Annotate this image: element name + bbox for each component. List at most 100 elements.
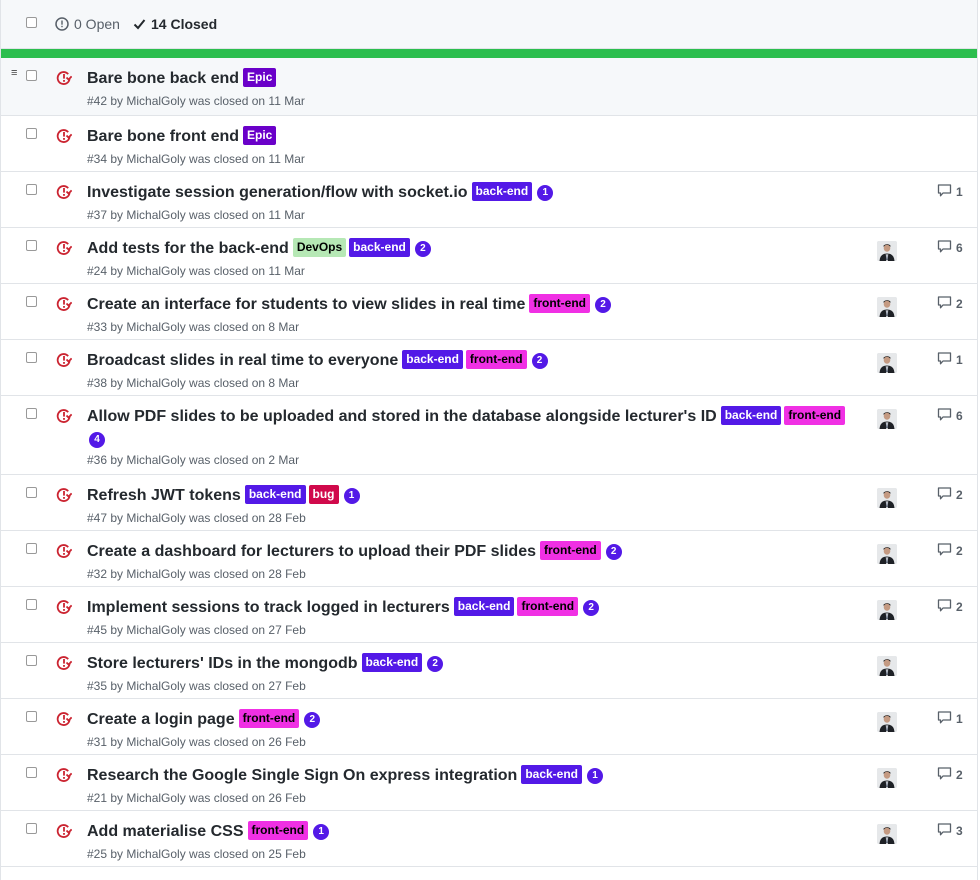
issue-checkbox[interactable] xyxy=(26,767,37,778)
issue-title-line: Add materialise CSS front-end 1 xyxy=(87,820,857,843)
assignee-avatar[interactable] xyxy=(877,656,897,676)
drag-handle-icon[interactable]: ≡ xyxy=(11,68,17,79)
comment-icon xyxy=(937,767,952,783)
comment-count: 2 xyxy=(956,600,963,614)
assignee-avatar[interactable] xyxy=(877,353,897,373)
assignee-avatar[interactable] xyxy=(877,409,897,429)
issue-title[interactable]: Investigate session generation/flow with… xyxy=(87,184,468,201)
issue-title[interactable]: Allow PDF slides to be uploaded and stor… xyxy=(87,408,717,425)
issue-row[interactable]: Implement sessions to track logged in le… xyxy=(1,587,977,643)
issue-title[interactable]: Broadcast slides in real time to everyon… xyxy=(87,352,398,369)
issue-checkbox[interactable] xyxy=(26,296,37,307)
comments-link[interactable]: 2 xyxy=(937,767,963,783)
closed-filter[interactable]: 14 Closed xyxy=(133,16,217,32)
issue-title[interactable]: Store lecturers' IDs in the mongodb xyxy=(87,655,358,672)
issue-label[interactable]: front-end xyxy=(529,294,591,313)
issue-checkbox[interactable] xyxy=(26,408,37,419)
issue-checkbox[interactable] xyxy=(26,487,37,498)
issue-label[interactable]: front-end xyxy=(540,541,601,560)
issue-label[interactable]: front-end xyxy=(465,350,527,369)
comments-link[interactable]: 2 xyxy=(937,543,963,559)
comments-link[interactable]: 3 xyxy=(937,823,963,839)
comments-link[interactable]: 2 xyxy=(937,487,963,503)
issue-label[interactable]: front-end xyxy=(517,597,579,616)
assignee-avatar[interactable] xyxy=(877,544,897,564)
issue-checkbox[interactable] xyxy=(26,70,37,81)
issue-label[interactable]: front-end xyxy=(247,821,309,840)
select-all-checkbox[interactable] xyxy=(26,17,37,28)
issue-row[interactable]: Allow PDF slides to be uploaded and stor… xyxy=(1,396,977,475)
issue-checkbox[interactable] xyxy=(26,240,37,251)
issue-row[interactable]: Broadcast slides in real time to everyon… xyxy=(1,340,977,396)
issue-row[interactable]: Research the Google Single Sign On expre… xyxy=(1,755,977,811)
issue-checkbox[interactable] xyxy=(26,128,37,139)
issue-label[interactable]: front-end xyxy=(238,709,300,728)
issue-row[interactable]: Add materialise CSS front-end 1 #25 by Mich… xyxy=(1,811,977,867)
issue-checkbox[interactable] xyxy=(26,184,37,195)
issue-row[interactable]: Refresh JWT tokens back-end bug 1 #47 by Mic… xyxy=(1,475,977,531)
issue-label[interactable]: back-end xyxy=(453,597,515,616)
issue-row[interactable]: ≡ Bare bone back end Epic #42 by MichalGoly… xyxy=(1,58,977,116)
issue-label[interactable]: back-end xyxy=(244,485,306,504)
comments-link[interactable]: 1 xyxy=(937,352,963,368)
comment-count: 6 xyxy=(956,241,963,255)
issue-row[interactable]: Store lecturers' IDs in the mongodb back-… xyxy=(1,643,977,699)
issue-checkbox[interactable] xyxy=(26,599,37,610)
assignee-avatar[interactable] xyxy=(877,768,897,788)
assignee-avatar[interactable] xyxy=(877,600,897,620)
issue-title[interactable]: Add tests for the back-end xyxy=(87,240,289,257)
issue-label[interactable]: Epic xyxy=(243,126,277,145)
issue-count-badge: 1 xyxy=(537,185,554,201)
issue-label[interactable]: back-end xyxy=(402,350,463,369)
assignee-avatar[interactable] xyxy=(877,297,897,317)
issue-row[interactable]: Add tests for the back-end DevOps back-end… xyxy=(1,228,977,284)
issue-title[interactable]: Research the Google Single Sign On expre… xyxy=(87,767,517,784)
issue-label[interactable]: front-end xyxy=(784,406,846,425)
comment-count: 2 xyxy=(956,768,963,782)
issue-label[interactable]: back-end xyxy=(361,653,423,672)
issue-checkbox[interactable] xyxy=(26,823,37,834)
comments-link[interactable]: 6 xyxy=(937,408,963,424)
issue-checkbox[interactable] xyxy=(26,543,37,554)
assignee-avatar[interactable] xyxy=(877,712,897,732)
issue-title[interactable]: Bare bone front end xyxy=(87,128,239,145)
issue-count-badge: 1 xyxy=(313,824,330,840)
issue-row[interactable]: Create a dashboard for lecturers to uplo… xyxy=(1,531,977,587)
assignee-avatar[interactable] xyxy=(877,824,897,844)
issue-row[interactable]: Bare bone front end Epic #34 by MichalGoly… xyxy=(1,116,977,172)
issue-checkbox[interactable] xyxy=(26,352,37,363)
issue-closed-icon xyxy=(56,184,73,200)
issue-title-line: Allow PDF slides to be uploaded and stor… xyxy=(87,405,857,451)
issue-label[interactable]: back-end xyxy=(471,182,533,201)
issue-row[interactable]: Create an interface for students to view… xyxy=(1,284,977,340)
issue-title[interactable]: Create an interface for students to view… xyxy=(87,296,525,313)
issue-meta: #32 by MichalGoly was closed on 28 Feb xyxy=(87,567,306,581)
issue-title[interactable]: Implement sessions to track logged in le… xyxy=(87,599,450,616)
assignee-avatar[interactable] xyxy=(877,241,897,261)
assignee-avatar[interactable] xyxy=(877,488,897,508)
issue-title[interactable]: Refresh JWT tokens xyxy=(87,487,241,504)
issue-label[interactable]: back-end xyxy=(521,765,583,784)
issue-label[interactable]: back-end xyxy=(720,406,782,425)
issue-row[interactable]: Investigate session generation/flow with… xyxy=(1,172,977,228)
issue-label[interactable]: Epic xyxy=(243,68,277,87)
issue-closed-icon xyxy=(56,70,73,86)
issue-label[interactable]: DevOps xyxy=(292,238,347,257)
issue-label[interactable]: back-end xyxy=(349,238,410,257)
issue-label[interactable]: bug xyxy=(308,485,339,504)
comments-link[interactable]: 1 xyxy=(937,711,963,727)
comments-link[interactable]: 6 xyxy=(937,240,963,256)
issue-row[interactable]: Create a login page front-end 2 #31 by Mich… xyxy=(1,699,977,755)
issue-meta: #47 by MichalGoly was closed on 28 Feb xyxy=(87,511,306,525)
issue-title[interactable]: Add materialise CSS xyxy=(87,823,244,840)
open-filter[interactable]: 0 Open xyxy=(55,16,120,32)
issue-checkbox[interactable] xyxy=(26,655,37,666)
issue-meta: #37 by MichalGoly was closed on 11 Mar xyxy=(87,208,305,222)
issue-title[interactable]: Create a dashboard for lecturers to uplo… xyxy=(87,543,536,560)
issue-title[interactable]: Create a login page xyxy=(87,711,235,728)
issue-title[interactable]: Bare bone back end xyxy=(87,70,239,87)
issue-checkbox[interactable] xyxy=(26,711,37,722)
comments-link[interactable]: 2 xyxy=(937,599,963,615)
comments-link[interactable]: 1 xyxy=(937,184,963,200)
comments-link[interactable]: 2 xyxy=(937,296,963,312)
